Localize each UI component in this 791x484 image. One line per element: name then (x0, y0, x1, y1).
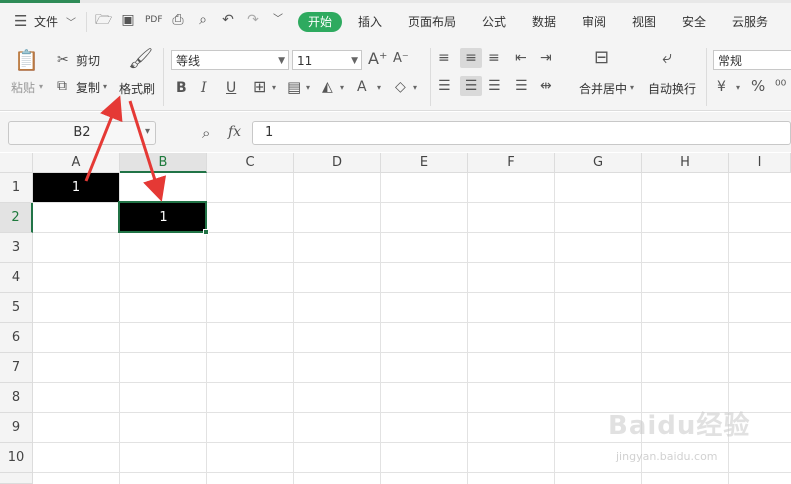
watermark-url: jingyan.baidu.com (616, 450, 718, 463)
arrow-a1-to-format-painter (84, 95, 123, 182)
watermark-brand: Baidu经验 (608, 411, 751, 441)
arrow-format-painter-to-b2 (128, 100, 167, 202)
watermark-logo: Baidu经验 (608, 405, 750, 442)
